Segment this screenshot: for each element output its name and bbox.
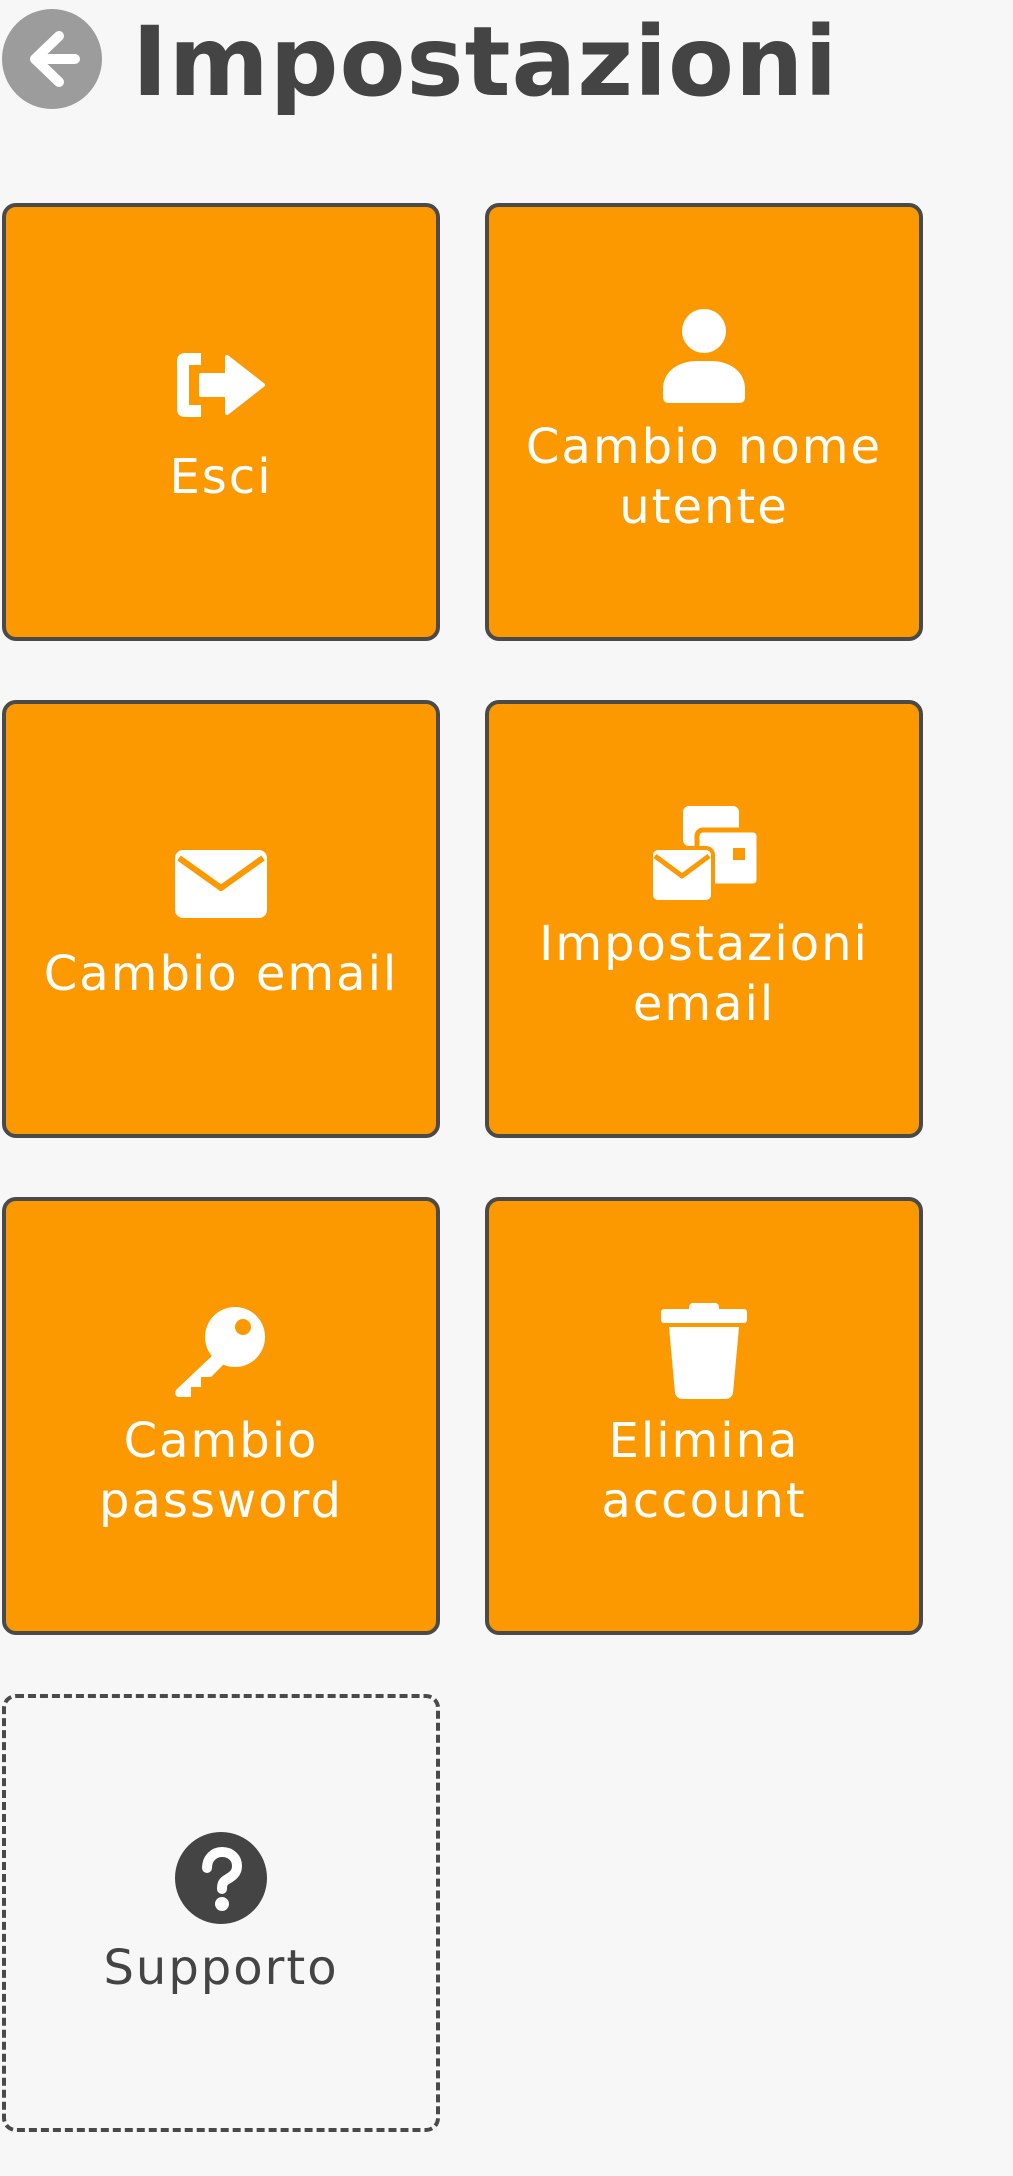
tile-label: Elimina account xyxy=(601,1413,807,1529)
arrow-left-icon xyxy=(30,31,80,87)
support-button[interactable]: Supporto xyxy=(2,1694,440,2132)
change-username-button[interactable]: Cambio nome utente xyxy=(485,203,923,641)
envelope-icon xyxy=(171,834,271,934)
header: Impostazioni xyxy=(0,0,1013,124)
logout-icon xyxy=(171,337,271,437)
tile-label: Esci xyxy=(169,449,273,505)
email-settings-button[interactable]: Impostazioni email xyxy=(485,700,923,1138)
trash-icon xyxy=(659,1301,749,1401)
question-circle-icon xyxy=(171,1828,271,1928)
page-title: Impostazioni xyxy=(132,6,839,118)
tile-label: Cambio password xyxy=(99,1413,343,1529)
tile-label: Impostazioni email xyxy=(539,916,869,1032)
email-settings-icon xyxy=(649,804,759,904)
tile-label: Supporto xyxy=(103,1940,339,1996)
delete-account-button[interactable]: Elimina account xyxy=(485,1197,923,1635)
logout-button[interactable]: Esci xyxy=(2,203,440,641)
tile-label: Cambio email xyxy=(43,946,399,1002)
change-email-button[interactable]: Cambio email xyxy=(2,700,440,1138)
tile-label: Cambio nome utente xyxy=(525,419,883,535)
key-icon xyxy=(171,1301,271,1401)
back-button[interactable] xyxy=(2,9,102,109)
user-icon xyxy=(659,307,749,407)
change-password-button[interactable]: Cambio password xyxy=(2,1197,440,1635)
